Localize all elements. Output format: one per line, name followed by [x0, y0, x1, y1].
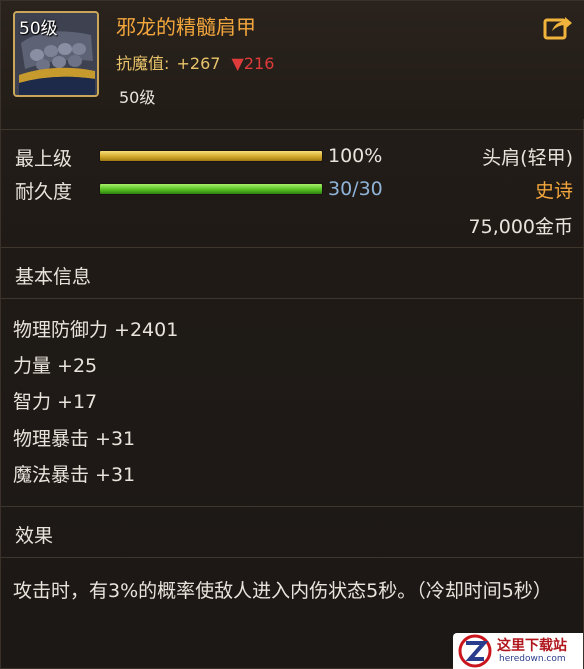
stat-line: 智力 +17	[13, 391, 98, 413]
divider	[1, 506, 584, 507]
down-arrow-icon: ▼	[231, 54, 244, 73]
max-level-bar	[99, 150, 323, 162]
effect-text: 攻击时，有3%的概率使敌人进入内伤状态5秒。（冷却时间5秒）	[13, 580, 552, 602]
effect-title: 效果	[15, 525, 54, 547]
resist-label: 抗魔值:	[116, 54, 170, 73]
stat-line: 物理暴击 +31	[13, 428, 136, 450]
divider	[1, 557, 584, 558]
max-level-value: 100%	[328, 145, 383, 167]
max-level-label: 最上级	[15, 148, 73, 170]
watermark-emblem-icon	[458, 634, 492, 668]
watermark-subtext: heredown.com	[499, 654, 566, 664]
rarity-label: 史诗	[534, 180, 573, 202]
item-name: 邪龙的精髓肩甲	[116, 15, 256, 39]
divider	[1, 298, 584, 299]
price-label: 75,000金币	[468, 216, 573, 238]
watermark-logo: 这里下载站 heredown.com	[453, 633, 583, 669]
stat-line: 魔法暴击 +31	[13, 464, 136, 486]
basic-info-title: 基本信息	[15, 266, 92, 288]
item-tooltip-panel: 50级 邪龙的精髓肩甲 抗魔值: +267 ▼216 50级 最上级 100% …	[0, 0, 584, 669]
share-button[interactable]	[543, 13, 573, 41]
stat-line: 物理防御力 +2401	[13, 319, 179, 341]
resist-down: ▼216	[232, 54, 275, 73]
durability-label: 耐久度	[15, 181, 73, 203]
durability-bar-fill	[100, 184, 322, 194]
max-level-bar-fill	[100, 151, 322, 161]
level-requirement: 50级	[119, 88, 156, 107]
resist-row: 抗魔值: +267 ▼216	[116, 50, 274, 74]
item-header: 50级 邪龙的精髓肩甲 抗魔值: +267 ▼216 50级	[1, 1, 584, 119]
share-icon	[543, 17, 572, 40]
durability-bar	[99, 183, 323, 195]
item-level-badge: 50级	[19, 19, 58, 39]
resist-down-value: 216	[243, 54, 275, 73]
slot-type: 头肩(轻甲)	[482, 147, 573, 169]
item-icon-frame[interactable]: 50级	[13, 11, 99, 97]
durability-value: 30/30	[328, 178, 383, 200]
watermark-text: 这里下载站	[497, 638, 567, 654]
divider	[1, 129, 584, 130]
divider	[1, 247, 584, 248]
resist-value: +267	[176, 54, 221, 73]
stat-line: 力量 +25	[13, 355, 98, 377]
